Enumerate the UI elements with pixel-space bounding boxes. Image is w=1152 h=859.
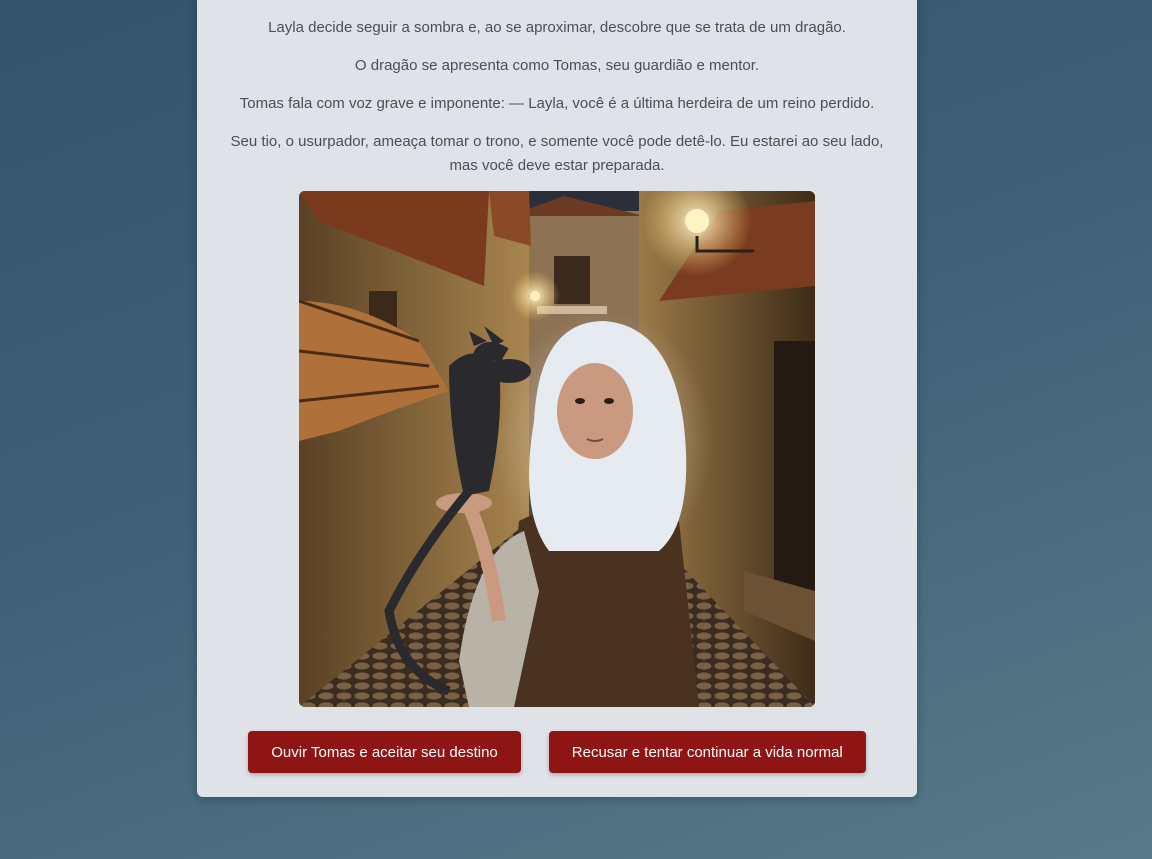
- story-paragraph: O dragão se apresenta como Tomas, seu gu…: [354, 57, 760, 74]
- story-paragraph: Seu tio, o usurpador, ameaça tomar o tro…: [230, 133, 884, 174]
- story-paragraph: Layla decide seguir a sombra e, ao se ap…: [268, 19, 846, 36]
- accept-destiny-button[interactable]: Ouvir Tomas e aceitar seu destino: [248, 731, 521, 773]
- alley-dragon-girl-image: [299, 191, 815, 707]
- story-paragraph: Tomas fala com voz grave e imponente: — …: [239, 95, 875, 112]
- story-text: Layla decide seguir a sombra e, ao se ap…: [221, 16, 893, 178]
- scene-illustration: [299, 191, 815, 707]
- story-card: Layla decide seguir a sombra e, ao se ap…: [197, 0, 917, 797]
- refuse-destiny-button[interactable]: Recusar e tentar continuar a vida normal: [548, 731, 866, 773]
- choice-buttons: Ouvir Tomas e aceitar seu destino Recusa…: [197, 731, 917, 773]
